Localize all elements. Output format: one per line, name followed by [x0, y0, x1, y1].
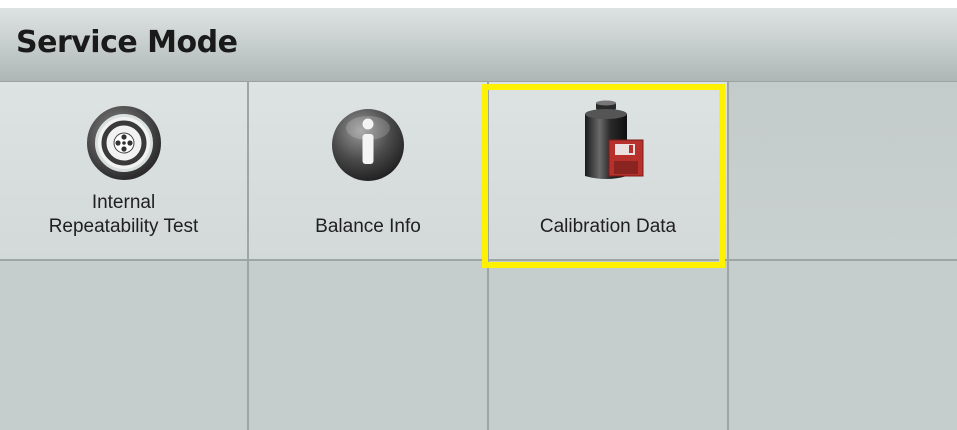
target-icon: [86, 106, 161, 180]
internal-repeatability-test-button[interactable]: Internal Repeatability Test: [0, 82, 249, 261]
calibration-data-label: Calibration Data: [539, 216, 677, 237]
internal-repeatability-test-label: Internal Repeatability Test: [0, 191, 247, 239]
empty-tile: [489, 261, 729, 430]
label-line-1: Internal: [91, 192, 156, 213]
menu-grid: Internal Repeatability Test Balance Info…: [0, 82, 957, 430]
empty-tile: [729, 261, 957, 430]
balance-info-button[interactable]: Balance Info: [249, 82, 489, 261]
empty-tile: [0, 261, 249, 430]
empty-tile: [729, 82, 957, 261]
balance-info-label: Balance Info: [315, 216, 421, 237]
empty-tile: [249, 261, 489, 430]
calibration-weight-save-icon: [585, 100, 644, 179]
calibration-data-button[interactable]: Calibration Data: [489, 82, 729, 261]
service-mode-screen: Service Mode Internal Repeatability Test…: [0, 8, 957, 430]
page-title: Service Mode: [16, 25, 238, 60]
label-line-2: Repeatability Test: [48, 216, 199, 237]
title-bar: Service Mode: [0, 8, 957, 82]
info-icon: [332, 109, 404, 181]
